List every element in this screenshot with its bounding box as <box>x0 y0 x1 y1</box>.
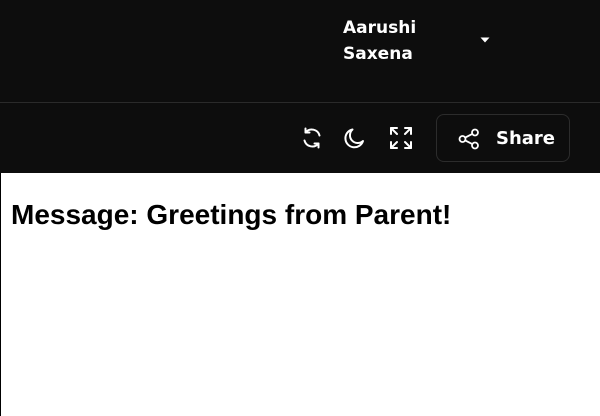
message-heading: Message: Greetings from Parent! <box>11 199 452 230</box>
content-frame: Message: Greetings from Parent! <box>0 173 600 416</box>
user-menu[interactable]: Aarushi Saxena <box>343 13 503 69</box>
chevron-down-icon <box>480 37 490 43</box>
fullscreen-icon[interactable] <box>388 125 414 151</box>
top-header: Aarushi Saxena <box>0 0 600 103</box>
refresh-icon[interactable] <box>299 125 325 151</box>
share-icon <box>458 128 479 150</box>
share-button[interactable]: Share <box>436 114 570 162</box>
toolbar: Share <box>0 103 600 173</box>
moon-icon[interactable] <box>342 125 368 151</box>
share-button-label: Share <box>496 128 556 149</box>
user-name: Aarushi Saxena <box>343 18 417 64</box>
